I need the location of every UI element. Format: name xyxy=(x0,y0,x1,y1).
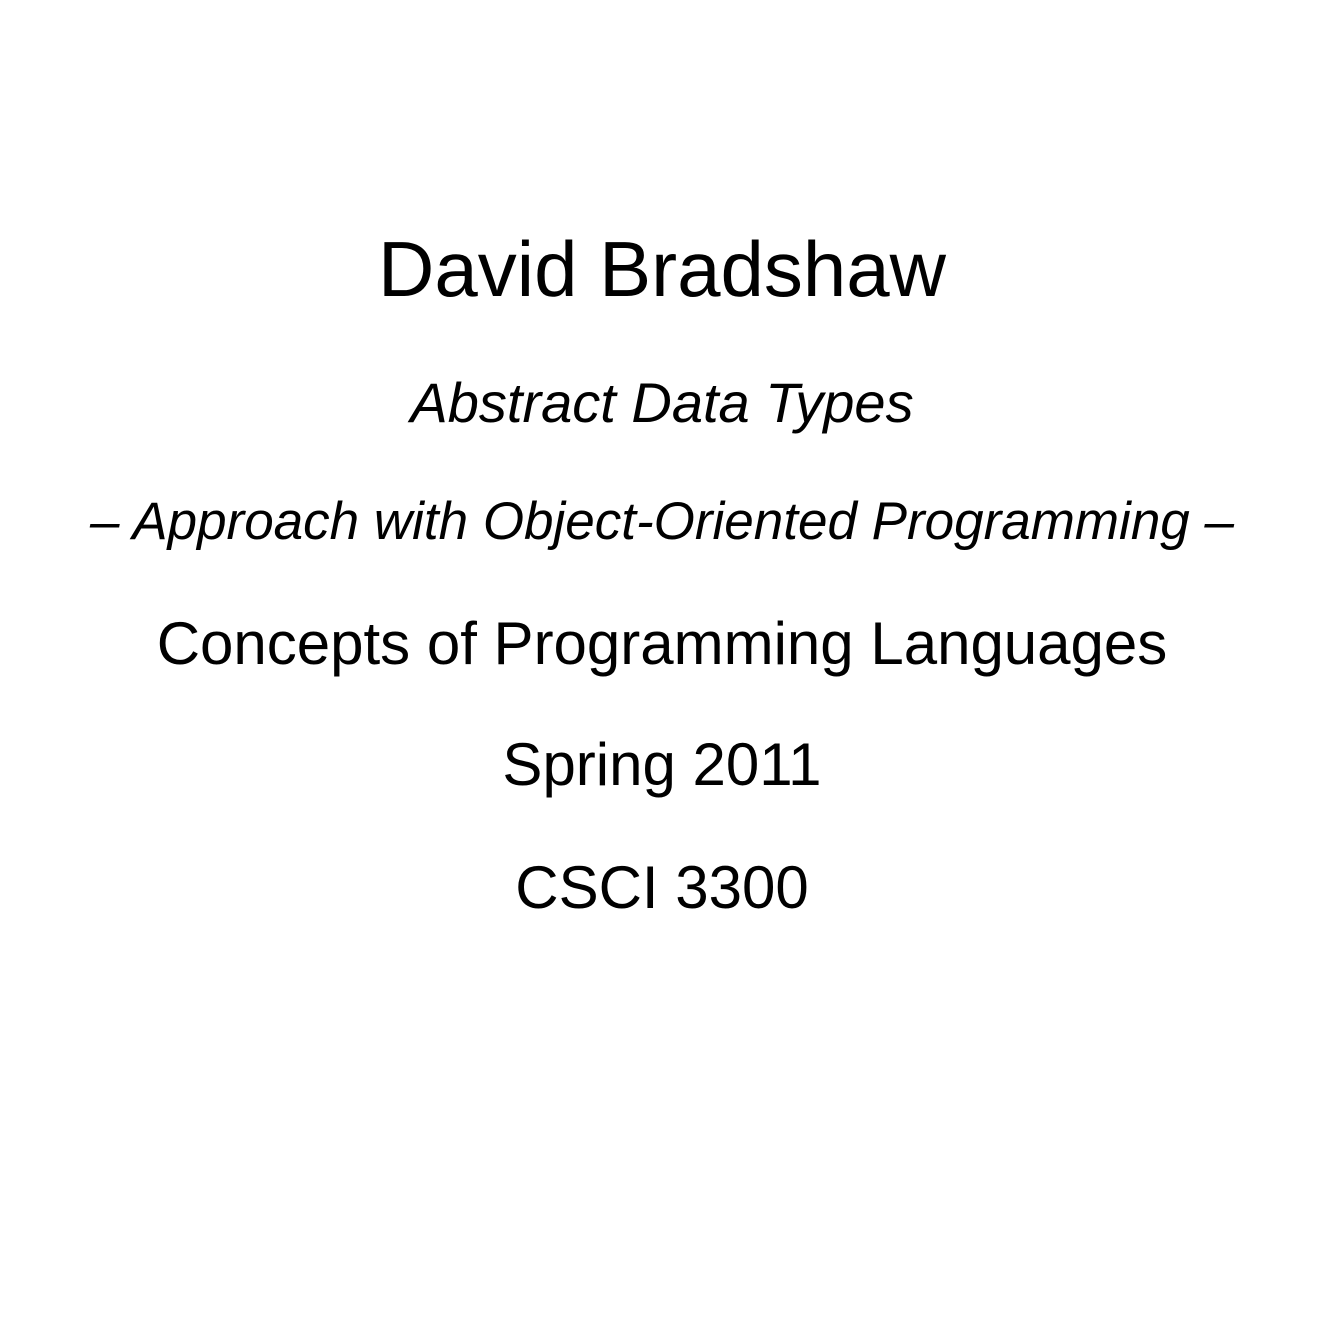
author-name: David Bradshaw xyxy=(378,225,946,313)
title-page: David Bradshaw Abstract Data Types – App… xyxy=(0,0,1324,1324)
course-name: Concepts of Programming Languages xyxy=(156,610,1168,677)
term: Spring 2011 xyxy=(502,731,822,798)
approach-subtitle: – Approach with Object-Oriented Programm… xyxy=(90,492,1234,551)
topic-title: Abstract Data Types xyxy=(410,371,914,434)
course-code: CSCI 3300 xyxy=(515,854,809,921)
